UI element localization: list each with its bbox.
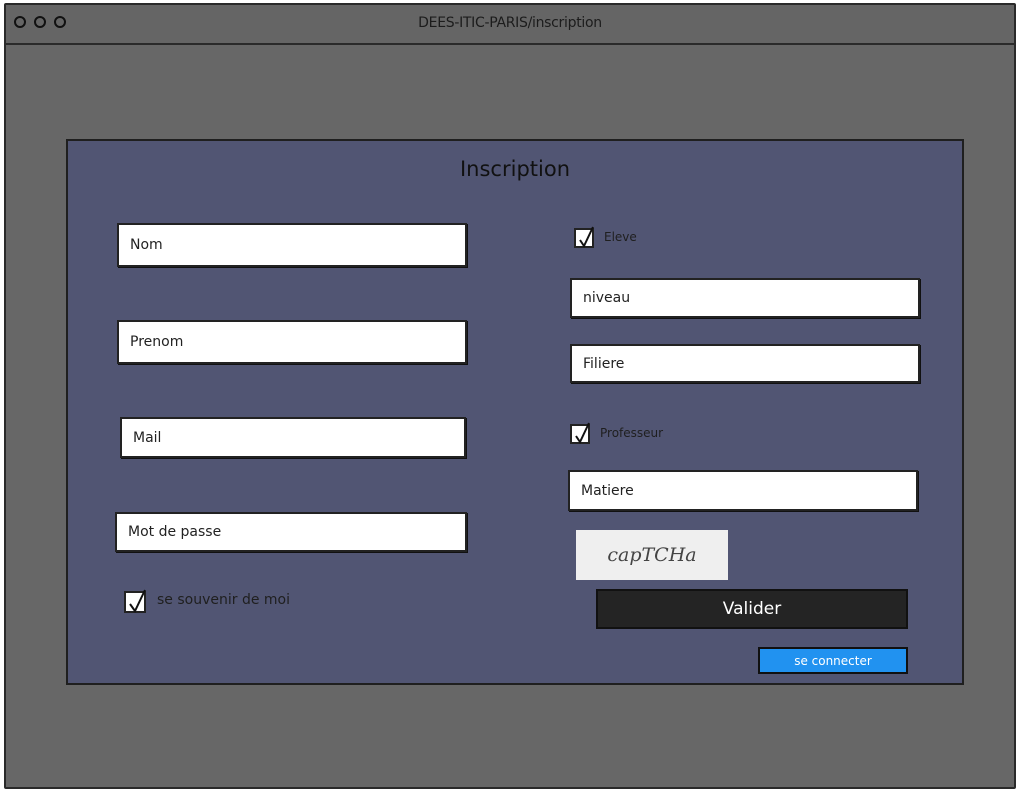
window-titlebar: DEES-ITIC-PARIS/inscription xyxy=(6,5,1014,45)
professeur-checkbox[interactable] xyxy=(570,422,590,445)
eleve-label: Eleve xyxy=(604,230,637,244)
connect-button[interactable]: se connecter xyxy=(758,647,908,674)
registration-form: Inscription Nom Prenom Mail Mot de passe… xyxy=(66,139,964,685)
remember-label: se souvenir de moi xyxy=(157,592,290,608)
captcha-image: capTCHa xyxy=(576,530,728,580)
checkmark-icon xyxy=(129,589,146,613)
checkmark-icon xyxy=(575,422,590,445)
eleve-checkbox[interactable] xyxy=(574,226,594,249)
niveau-field[interactable]: niveau xyxy=(570,278,920,318)
window-title: DEES-ITIC-PARIS/inscription xyxy=(418,15,602,31)
professeur-label: Professeur xyxy=(600,426,664,440)
submit-button[interactable]: Valider xyxy=(596,589,908,629)
mail-field[interactable]: Mail xyxy=(120,417,466,458)
form-title: Inscription xyxy=(459,157,570,181)
checkmark-icon xyxy=(579,226,594,249)
nom-field[interactable]: Nom xyxy=(117,223,467,267)
browser-window: DEES-ITIC-PARIS/inscription Inscription … xyxy=(4,3,1016,789)
prenom-field[interactable]: Prenom xyxy=(117,320,467,364)
matiere-field[interactable]: Matiere xyxy=(568,470,918,511)
remember-checkbox[interactable] xyxy=(124,589,146,613)
filiere-field[interactable]: Filiere xyxy=(570,344,920,383)
password-field[interactable]: Mot de passe xyxy=(115,512,467,552)
